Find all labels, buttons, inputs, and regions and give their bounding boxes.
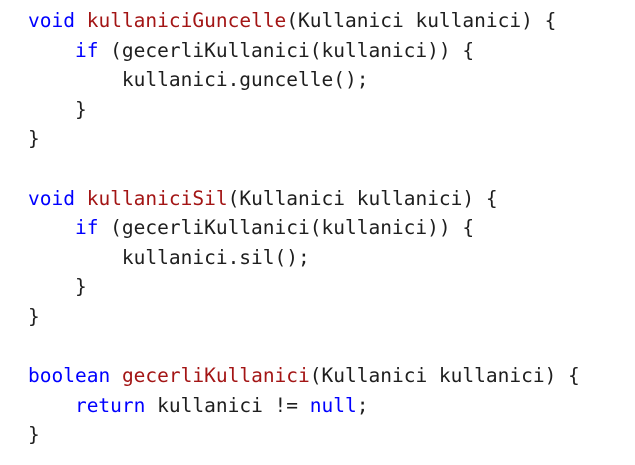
- code-token: kullanici.sil();: [121, 245, 310, 269]
- keyword-token: if: [74, 38, 99, 62]
- code-line: void kullaniciGuncelle(Kullanici kullani…: [28, 6, 635, 36]
- code-token: }: [28, 304, 40, 328]
- code-line: }: [28, 272, 635, 302]
- keyword-token: boolean: [28, 364, 111, 388]
- code-token: }: [28, 423, 40, 447]
- method-name-token: kullaniciSil: [86, 186, 228, 210]
- code-line: void kullaniciSil(Kullanici kullanici) {: [28, 184, 635, 214]
- code-token: }: [74, 97, 87, 121]
- keyword-token: return: [74, 393, 146, 417]
- code-line: return kullanici != null;: [28, 391, 635, 421]
- code-editor[interactable]: void kullaniciGuncelle(Kullanici kullani…: [0, 0, 635, 465]
- code-line: boolean gecerliKullanici(Kullanici kulla…: [28, 361, 635, 391]
- code-line: }: [28, 302, 635, 332]
- code-token: (Kullanici kullanici) {: [227, 186, 498, 210]
- code-token: kullanici !=: [145, 393, 310, 417]
- keyword-token: if: [74, 216, 99, 240]
- method-name-token: kullaniciGuncelle: [86, 9, 287, 32]
- code-line: kullanici.guncelle();: [28, 65, 635, 95]
- code-line: if (gecerliKullanici(kullanici)) {: [28, 213, 635, 243]
- keyword-token: void: [28, 186, 75, 210]
- method-name-token: gecerliKullanici: [121, 364, 310, 388]
- code-token: (gecerliKullanici(kullanici)) {: [98, 38, 475, 62]
- code-line: if (gecerliKullanici(kullanici)) {: [28, 36, 635, 66]
- keyword-token: void: [28, 9, 75, 32]
- code-line: }: [28, 95, 635, 125]
- code-token: kullanici.guncelle();: [121, 68, 369, 92]
- code-line: }: [28, 124, 635, 154]
- code-token: }: [74, 275, 87, 299]
- code-token: (gecerliKullanici(kullanici)) {: [98, 216, 475, 240]
- code-line: }: [28, 420, 635, 450]
- keyword-token: null: [309, 393, 357, 417]
- code-token: (Kullanici kullanici) {: [286, 9, 557, 32]
- code-token: (Kullanici kullanici) {: [309, 364, 580, 388]
- code-token: ;: [356, 393, 369, 417]
- code-token: }: [28, 127, 40, 151]
- code-block[interactable]: void kullaniciGuncelle(Kullanici kullani…: [28, 6, 635, 450]
- code-line: kullanici.sil();: [28, 243, 635, 273]
